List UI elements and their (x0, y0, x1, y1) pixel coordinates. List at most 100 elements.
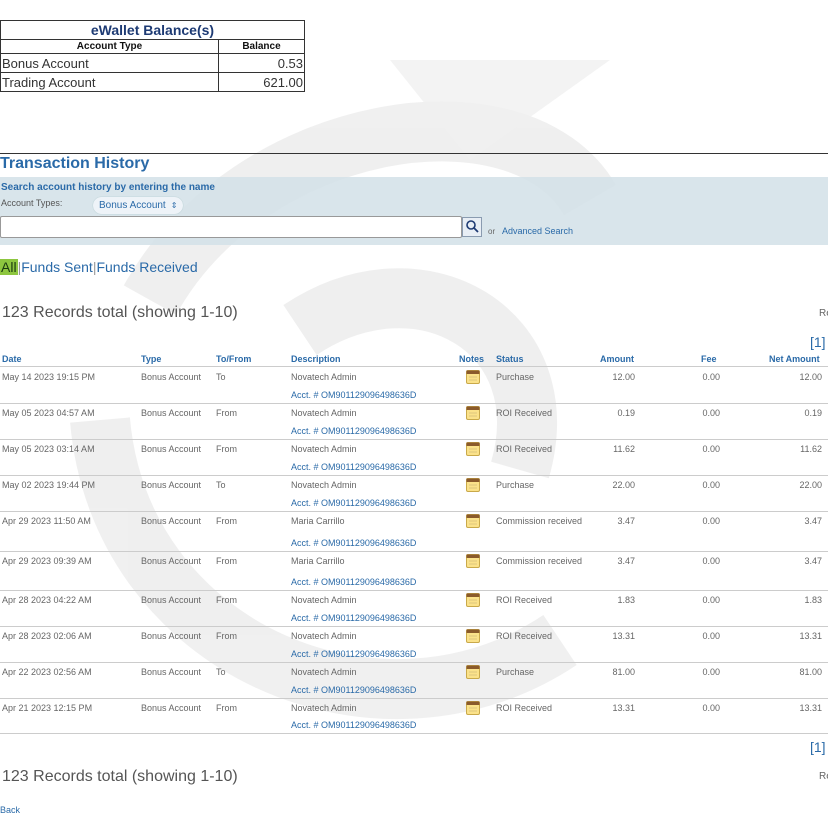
records-per-page-label: Re (819, 308, 828, 319)
tx-amount: 0.19 (617, 408, 635, 418)
tx-to-from: From (216, 556, 237, 566)
account-type-value: Bonus Account (99, 200, 166, 211)
notepad-icon[interactable] (466, 554, 480, 568)
back-link[interactable]: Back (0, 805, 20, 815)
tx-to-from: From (216, 703, 237, 713)
notepad-icon[interactable] (466, 629, 480, 643)
col-balance: Balance (218, 39, 305, 54)
tx-net-amount: 22.00 (799, 480, 822, 490)
section-divider (0, 153, 828, 154)
tx-date: May 05 2023 03:14 AM (2, 444, 95, 454)
notepad-icon[interactable] (466, 406, 480, 420)
tx-type: Bonus Account (141, 631, 202, 641)
tx-status: ROI Received (496, 595, 553, 605)
filter-all[interactable]: All (0, 259, 18, 275)
tx-account-link[interactable]: Acct. # OM901129096498636D (291, 426, 416, 436)
records-total: 123 Records total (showing 1-10) (2, 304, 238, 321)
col-notes[interactable]: Notes (459, 354, 484, 364)
tx-date: May 05 2023 04:57 AM (2, 408, 95, 418)
tx-amount: 81.00 (612, 667, 635, 677)
notepad-icon[interactable] (466, 442, 480, 456)
balance-account-name: Bonus Account (0, 53, 219, 73)
notepad-icon[interactable] (466, 370, 480, 384)
tx-to-from: To (216, 372, 226, 382)
tx-account-link[interactable]: Acct. # OM901129096498636D (291, 577, 416, 587)
tx-net-amount: 81.00 (799, 667, 822, 677)
tx-account-link[interactable]: Acct. # OM901129096498636D (291, 538, 416, 548)
records-total: 123 Records total (showing 1-10) (2, 768, 238, 785)
tx-amount: 12.00 (612, 372, 635, 382)
notepad-icon[interactable] (466, 514, 480, 528)
table-row: May 02 2023 19:44 PM Bonus Account To Novat… (0, 475, 828, 512)
tx-type: Bonus Account (141, 703, 202, 713)
col-net-amount[interactable]: Net Amount (769, 354, 820, 364)
tx-account-link[interactable]: Acct. # OM901129096498636D (291, 390, 416, 400)
table-row: Apr 22 2023 02:56 AM Bonus Account To Novat… (0, 662, 828, 699)
tx-net-amount: 11.62 (800, 444, 822, 454)
tx-amount: 1.83 (617, 595, 635, 605)
tx-to-from: From (216, 408, 237, 418)
tx-to-from: To (216, 480, 226, 490)
tx-status: ROI Received (496, 408, 553, 418)
account-types-label: Account Types: (1, 198, 63, 208)
col-fee[interactable]: Fee (701, 354, 717, 364)
table-row: Apr 28 2023 02:06 AM Bonus Account From Nov… (0, 626, 828, 663)
table-row: May 05 2023 03:14 AM Bonus Account From Nov… (0, 439, 828, 476)
tx-amount: 11.62 (613, 444, 635, 454)
balance-account-value: 0.53 (218, 53, 305, 73)
tx-description: Maria Carrillo (291, 516, 345, 526)
tx-account-link[interactable]: Acct. # OM901129096498636D (291, 685, 416, 695)
tx-net-amount: 3.47 (804, 556, 822, 566)
notepad-icon[interactable] (466, 665, 480, 679)
tx-amount: 13.31 (612, 631, 635, 641)
pager-page-1[interactable]: [1] (810, 334, 826, 350)
tx-amount: 3.47 (617, 556, 635, 566)
tx-to-from: From (216, 631, 237, 641)
tx-fee: 0.00 (702, 516, 720, 526)
col-to-from[interactable]: To/From (216, 354, 251, 364)
advanced-search-link[interactable]: Advanced Search (502, 226, 573, 236)
account-type-select[interactable]: Bonus Account ⇕ (93, 197, 184, 214)
notepad-icon[interactable] (466, 593, 480, 607)
filter-funds-sent[interactable]: Funds Sent (21, 259, 93, 275)
tx-date: Apr 21 2023 12:15 PM (2, 703, 93, 713)
tx-account-link[interactable]: Acct. # OM901129096498636D (291, 613, 416, 623)
tx-to-from: From (216, 516, 237, 526)
col-account-type: Account Type (0, 39, 219, 54)
tx-fee: 0.00 (702, 667, 720, 677)
balance-row: Trading Account 621.00 (0, 72, 305, 92)
table-row: Apr 21 2023 12:15 PM Bonus Account From Nov… (0, 698, 828, 734)
table-row: May 14 2023 19:15 PM Bonus Account To Novat… (0, 367, 828, 404)
search-panel: Search account history by entering the n… (0, 177, 828, 245)
tx-account-link[interactable]: Acct. # OM901129096498636D (291, 462, 416, 472)
col-amount[interactable]: Amount (600, 354, 634, 364)
search-label: Search account history by entering the n… (1, 182, 215, 193)
col-status[interactable]: Status (496, 354, 524, 364)
pager-page-1[interactable]: [1] (810, 739, 826, 755)
tx-status: ROI Received (496, 631, 553, 641)
tx-description: Novatech Admin (291, 372, 357, 382)
search-button[interactable] (462, 217, 482, 237)
tx-account-link[interactable]: Acct. # OM901129096498636D (291, 720, 416, 730)
tx-net-amount: 0.19 (804, 408, 822, 418)
tx-net-amount: 3.47 (804, 516, 822, 526)
tx-date: May 14 2023 19:15 PM (2, 372, 96, 382)
search-input[interactable] (0, 216, 462, 238)
tx-net-amount: 13.31 (799, 631, 822, 641)
tx-fee: 0.00 (702, 372, 720, 382)
col-type[interactable]: Type (141, 354, 161, 364)
filter-funds-received[interactable]: Funds Received (96, 259, 197, 275)
balance-account-name: Trading Account (0, 72, 219, 92)
col-description[interactable]: Description (291, 354, 341, 364)
tx-status: ROI Received (496, 703, 553, 713)
tx-account-link[interactable]: Acct. # OM901129096498636D (291, 498, 416, 508)
tx-account-link[interactable]: Acct. # OM901129096498636D (291, 649, 416, 659)
tx-date: Apr 29 2023 11:50 AM (2, 516, 91, 526)
balance-row: Bonus Account 0.53 (0, 53, 305, 73)
chevron-updown-icon: ⇕ (170, 201, 178, 210)
col-date[interactable]: Date (2, 354, 22, 364)
page-title: Transaction History (0, 155, 150, 172)
notepad-icon[interactable] (466, 701, 480, 715)
tx-type: Bonus Account (141, 444, 202, 454)
notepad-icon[interactable] (466, 478, 480, 492)
